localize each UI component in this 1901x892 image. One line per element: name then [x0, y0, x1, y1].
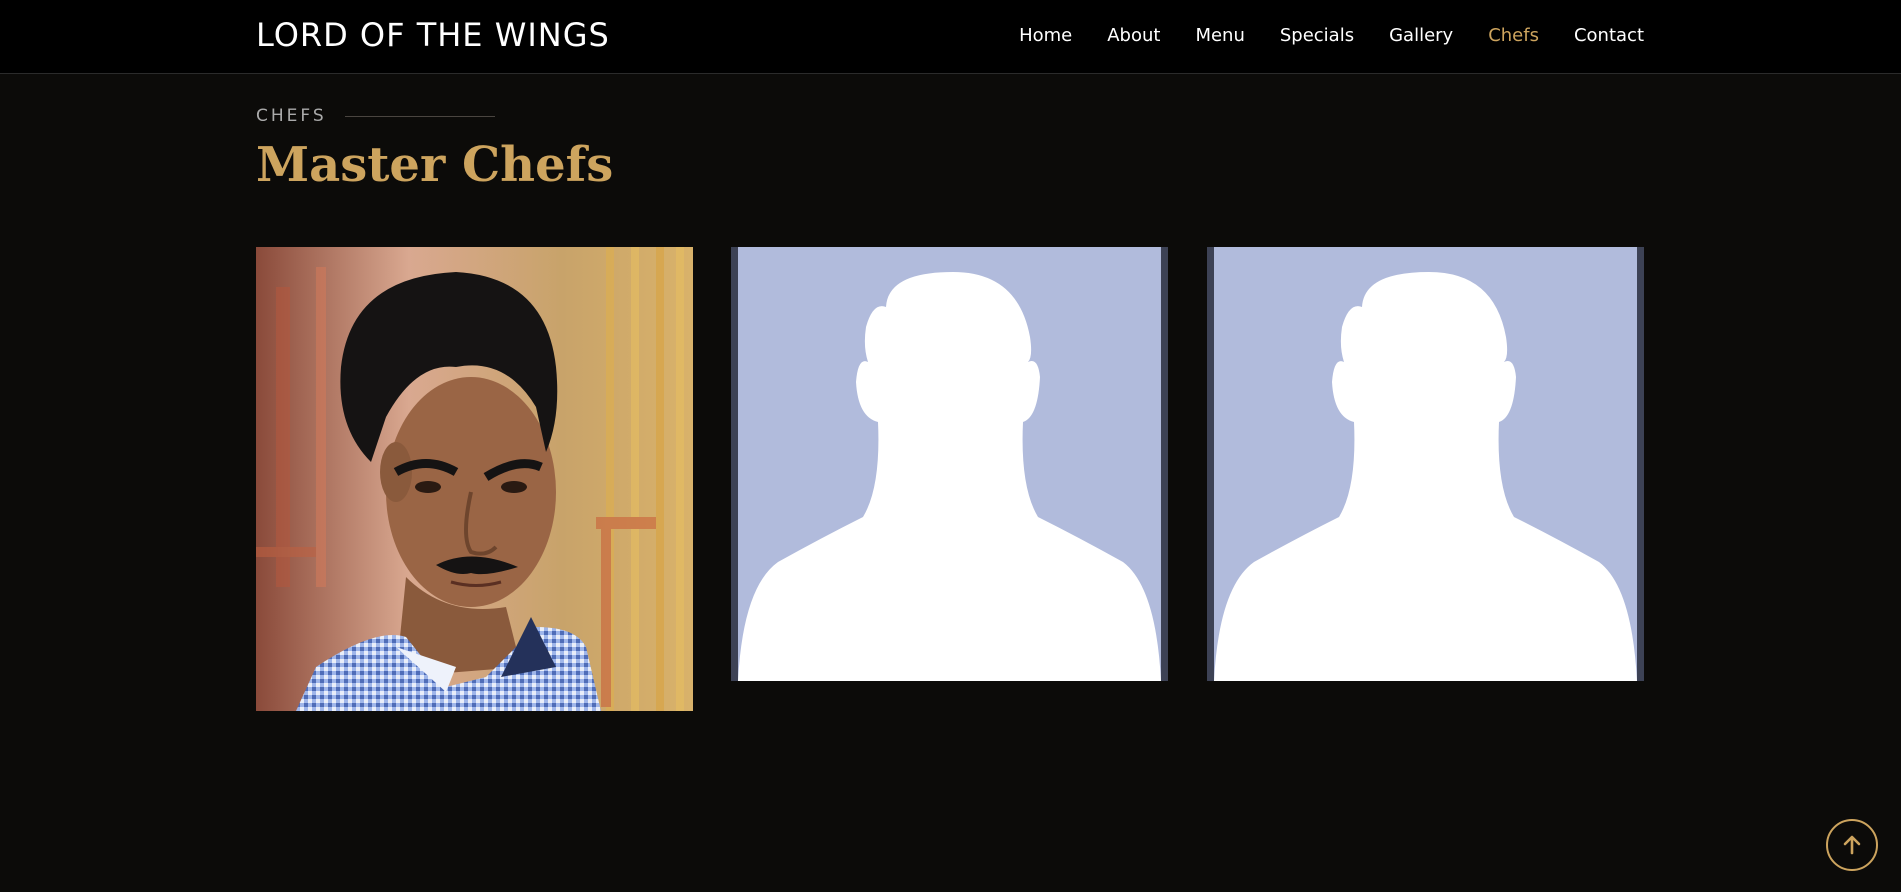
- arrow-up-icon: [1843, 835, 1861, 855]
- section-title: Master Chefs: [256, 137, 614, 193]
- chef-photo: [256, 247, 693, 711]
- section-label-text: CHEFS: [256, 106, 327, 126]
- app-root: LORD OF THE WINGS Home About Menu Specia…: [0, 0, 1901, 892]
- placeholder-avatar-icon: [738, 247, 1161, 681]
- nav-item-specials[interactable]: Specials: [1280, 22, 1354, 50]
- chef-photo: [731, 247, 1168, 681]
- nav-item-about[interactable]: About: [1107, 22, 1160, 50]
- nav-item-menu[interactable]: Menu: [1195, 22, 1244, 50]
- chef-portrait-image: [256, 247, 693, 711]
- site-logo[interactable]: LORD OF THE WINGS: [256, 15, 610, 55]
- nav-item-contact[interactable]: Contact: [1574, 22, 1644, 50]
- chef-card[interactable]: [1207, 247, 1644, 681]
- nav-item-gallery[interactable]: Gallery: [1389, 22, 1453, 50]
- site-header: LORD OF THE WINGS Home About Menu Specia…: [0, 0, 1901, 74]
- chef-photo: [1207, 247, 1644, 681]
- back-to-top-button[interactable]: [1826, 819, 1878, 871]
- section-divider: [344, 115, 495, 117]
- chef-card[interactable]: [256, 247, 693, 711]
- nav-item-chefs[interactable]: Chefs: [1488, 22, 1539, 50]
- main-nav: Home About Menu Specials Gallery Chefs C…: [984, 22, 1644, 50]
- chef-card[interactable]: [731, 247, 1168, 681]
- nav-item-home[interactable]: Home: [1019, 22, 1072, 50]
- placeholder-avatar-icon: [1214, 247, 1637, 681]
- section-label: CHEFS: [256, 106, 495, 126]
